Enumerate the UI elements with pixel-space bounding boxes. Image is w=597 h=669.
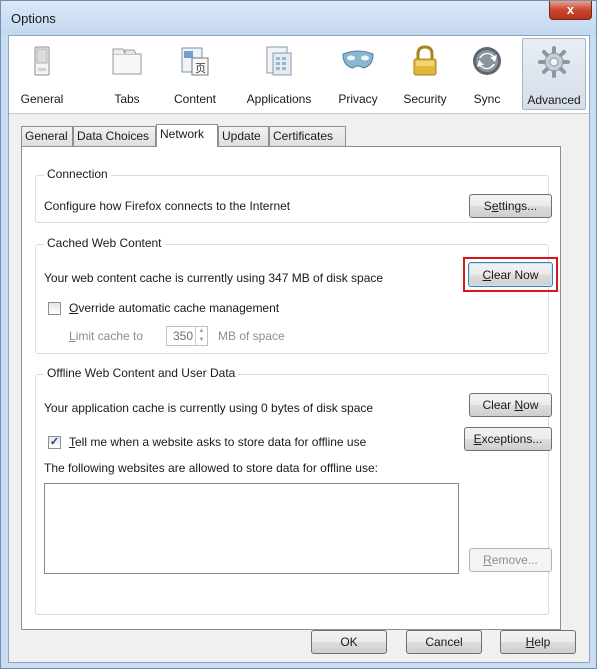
help-button[interactable]: Help	[500, 630, 576, 654]
toolbar-label-tabs: Tabs	[114, 92, 140, 106]
network-panel: Connection Configure how Firefox connect…	[21, 146, 561, 630]
sync-icon	[473, 47, 501, 75]
limit-cache-unit: MB of space	[218, 329, 285, 343]
override-cache-checkbox[interactable]	[48, 302, 61, 315]
limit-cache-spinner[interactable]: ▲ ▼	[195, 327, 207, 345]
allowed-sites-label: The following websites are allowed to st…	[44, 461, 378, 475]
allowed-sites-list[interactable]	[44, 483, 459, 574]
title-bar[interactable]: Options x	[1, 1, 596, 35]
toolbar-label-applications: Applications	[246, 92, 312, 106]
toolbar-tabs[interactable]: Tabs	[105, 38, 149, 110]
notify-offline-checkbox[interactable]: ✓	[48, 436, 61, 449]
offline-description: Your application cache is currently usin…	[44, 401, 374, 415]
applications-icon	[266, 46, 292, 76]
cancel-button[interactable]: Cancel	[406, 630, 482, 654]
tab-certificates[interactable]: Certificates	[269, 126, 346, 146]
limit-cache-label: Limit cache to	[69, 329, 144, 343]
connection-description: Configure how Firefox connects to the In…	[44, 199, 291, 213]
connection-settings-button[interactable]: Settings...	[469, 194, 552, 218]
svg-text:页: 页	[195, 62, 206, 75]
tab-data-choices[interactable]: Data Choices	[73, 126, 156, 146]
toolbar-label-sync: Sync	[473, 92, 501, 106]
toolbar-label-advanced: Advanced	[527, 93, 581, 107]
offline-data-group: Offline Web Content and User Data Your a…	[35, 366, 552, 615]
toolbar-applications[interactable]: Applications	[237, 38, 321, 110]
toolbar-label-security: Security	[403, 92, 447, 106]
clear-offline-button[interactable]: Clear Now	[469, 393, 552, 417]
general-icon	[34, 46, 50, 76]
toolbar-label-general: General	[20, 92, 64, 106]
cache-title: Cached Web Content	[44, 236, 165, 250]
close-button[interactable]: x	[549, 1, 592, 20]
advanced-gear-icon	[538, 46, 570, 78]
offline-title: Offline Web Content and User Data	[44, 366, 239, 380]
limit-cache-input[interactable]: 350 ▲ ▼	[166, 326, 208, 346]
clear-cache-button[interactable]: Clear Now	[468, 262, 553, 287]
tabs-icon	[112, 48, 142, 75]
notify-offline-label[interactable]: Tell me when a website asks to store dat…	[69, 435, 366, 449]
toolbar-sync[interactable]: Sync	[467, 38, 507, 110]
toolbar-label-privacy: Privacy	[338, 92, 378, 106]
tab-network[interactable]: Network	[156, 124, 218, 147]
content-icon: 页	[181, 47, 209, 76]
options-window: Options x General Tabs 页 Content Applica…	[0, 0, 597, 669]
connection-group: Connection Configure how Firefox connect…	[35, 167, 552, 223]
dialog-client: General Tabs 页 Content Applications Priv…	[8, 35, 590, 663]
tab-update[interactable]: Update	[218, 126, 269, 146]
connection-title: Connection	[44, 167, 111, 181]
tab-general[interactable]: General	[21, 126, 73, 146]
privacy-mask-icon	[342, 50, 374, 69]
window-title: Options	[11, 11, 56, 26]
close-icon: x	[566, 2, 575, 17]
exceptions-button[interactable]: Exceptions...	[464, 427, 552, 451]
toolbar-general[interactable]: General	[13, 38, 71, 110]
toolbar-label-content: Content	[173, 92, 217, 106]
toolbar-advanced[interactable]: Advanced	[522, 38, 586, 110]
override-cache-label[interactable]: Override automatic cache management	[69, 301, 279, 315]
cached-content-group: Cached Web Content Your web content cach…	[35, 236, 558, 354]
toolbar-security[interactable]: Security	[397, 38, 453, 110]
toolbar-privacy[interactable]: Privacy	[332, 38, 384, 110]
security-lock-icon	[413, 45, 437, 76]
ok-button[interactable]: OK	[311, 630, 387, 654]
category-toolbar: General Tabs 页 Content Applications Priv…	[9, 36, 589, 114]
toolbar-content[interactable]: 页 Content	[167, 38, 223, 110]
cache-description: Your web content cache is currently usin…	[44, 271, 384, 285]
remove-site-button[interactable]: Remove...	[469, 548, 552, 572]
